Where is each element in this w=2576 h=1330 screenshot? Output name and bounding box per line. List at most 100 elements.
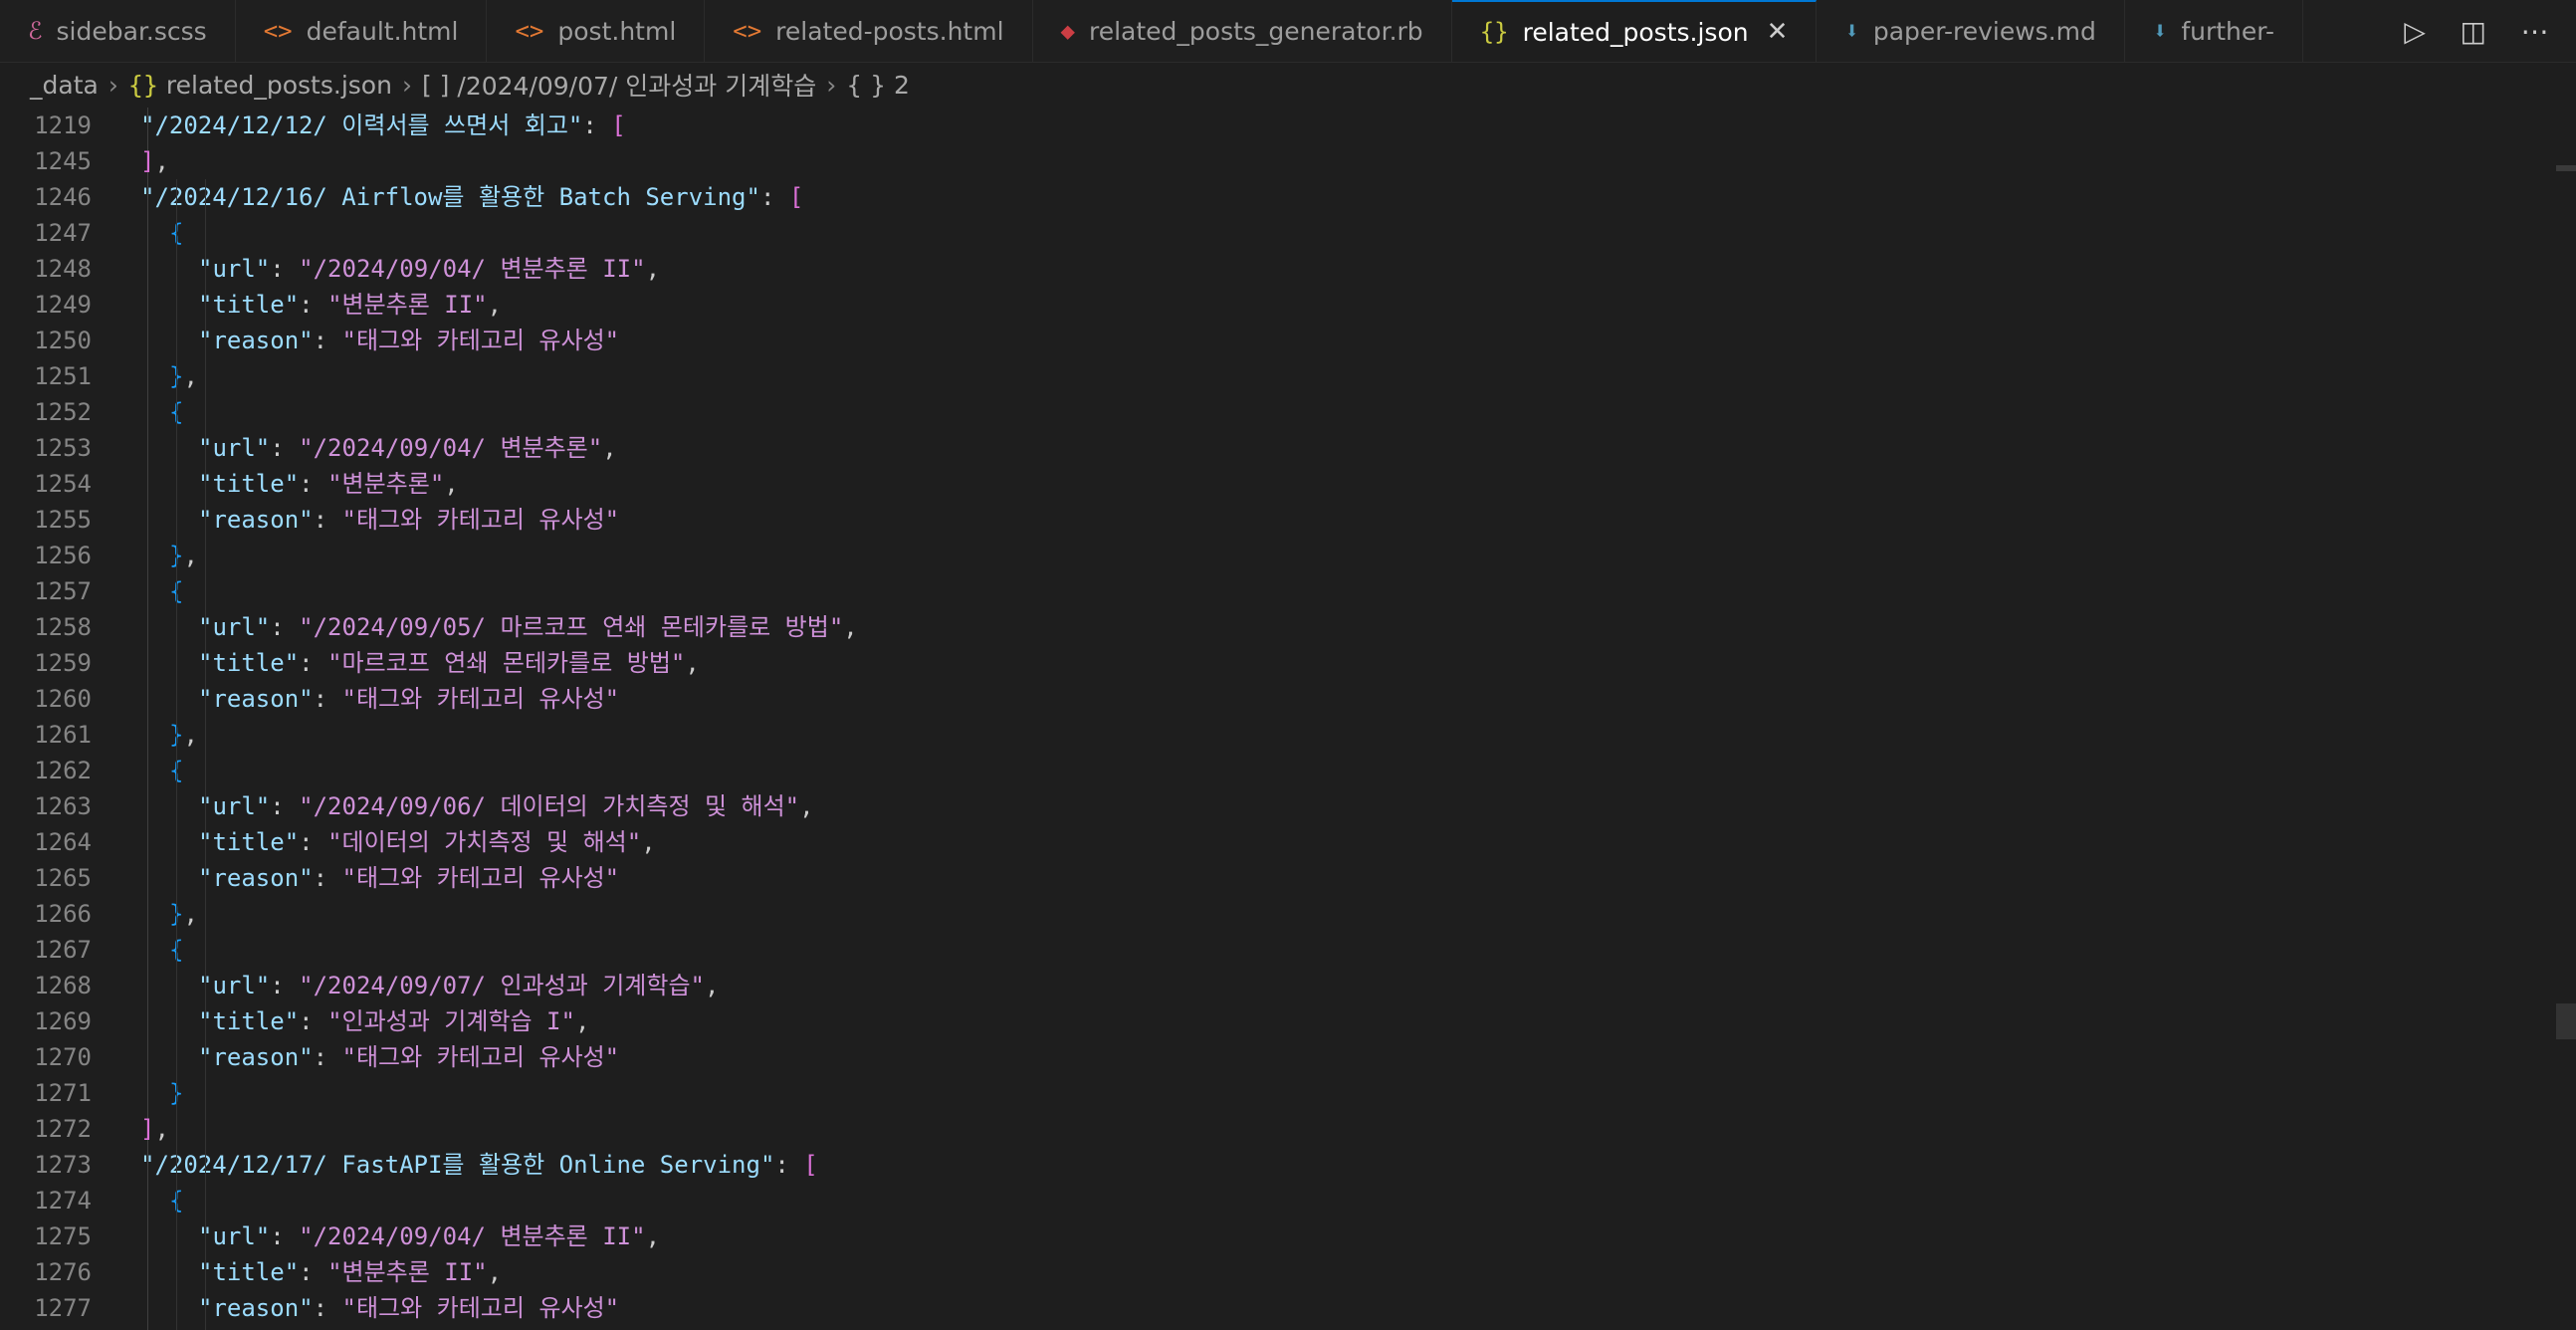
- more-actions-icon[interactable]: ⋯: [2521, 15, 2549, 48]
- tab-label: related_posts.json: [1522, 17, 1749, 47]
- code-line[interactable]: 1270 "reason": "태그와 카테고리 유사성": [0, 1039, 2576, 1075]
- tab-related-posts-generator-rb[interactable]: ◆ related_posts_generator.rb: [1033, 0, 1452, 62]
- code-line[interactable]: 1255 "reason": "태그와 카테고리 유사성": [0, 502, 2576, 538]
- json-string-value: "변분추론": [327, 470, 445, 498]
- code-line[interactable]: 1261},: [0, 717, 2576, 753]
- tab-label: paper-reviews.md: [1872, 16, 2096, 46]
- tab-default-html[interactable]: <> default.html: [236, 0, 488, 62]
- line-number: 1253: [34, 434, 92, 462]
- code-line[interactable]: 1257{: [0, 573, 2576, 609]
- code-line[interactable]: 1262{: [0, 753, 2576, 788]
- code-line[interactable]: 1273 "/2024/12/17/ FastAPI를 활용한 Online Se…: [0, 1147, 2576, 1183]
- breadcrumb-object[interactable]: 2: [894, 71, 910, 100]
- json-key: "url": [198, 972, 271, 999]
- tab-post-html[interactable]: <> post.html: [487, 0, 706, 62]
- code-line[interactable]: 1268 "url": "/2024/09/07/ 인과성과 기계학습",: [0, 968, 2576, 1003]
- code-line[interactable]: 1251},: [0, 358, 2576, 394]
- tab-related-posts-json[interactable]: {} related_posts.json ✕: [1451, 0, 1818, 62]
- code-line[interactable]: 1265 "reason": "태그와 카테고리 유사성": [0, 860, 2576, 896]
- code-content: "reason": "태그와 카테고리 유사성": [198, 502, 619, 538]
- code-content: },: [169, 538, 198, 573]
- code-content: "title": "변분추론",: [198, 466, 459, 502]
- json-key: "reason": [198, 506, 314, 534]
- line-number: 1270: [34, 1043, 92, 1071]
- punctuation: ,: [685, 649, 700, 677]
- punctuation: :: [313, 864, 342, 892]
- object-icon: { }: [846, 70, 887, 100]
- code-content: "url": "/2024/09/04/ 변분추론 II",: [198, 251, 660, 287]
- tab-further-[interactable]: ⬇ further-: [2125, 0, 2303, 62]
- code-editor[interactable]: 1219 "/2024/12/12/ 이력서를 쓰면서 회고": [1245], 1…: [0, 108, 2576, 1330]
- punctuation: ,: [843, 613, 858, 641]
- breadcrumb: _data › {} related_posts.json › [ ] /202…: [0, 62, 2576, 108]
- punctuation: ,: [641, 828, 656, 856]
- line-number: 1246: [34, 183, 92, 211]
- punctuation: ,: [183, 542, 198, 569]
- code-line[interactable]: 1256},: [0, 538, 2576, 573]
- code-line[interactable]: 1271}: [0, 1075, 2576, 1111]
- code-line[interactable]: 1269 "title": "인과성과 기계학습 I",: [0, 1003, 2576, 1039]
- json-string-value: "/2024/09/04/ 변분추론 II": [299, 1222, 646, 1250]
- code-line[interactable]: 1274{: [0, 1183, 2576, 1219]
- split-editor-icon[interactable]: ◫: [2461, 15, 2486, 48]
- bracket: [: [611, 111, 626, 139]
- code-line[interactable]: 1272],: [0, 1111, 2576, 1147]
- code-line[interactable]: 1248 "url": "/2024/09/04/ 변분추론 II",: [0, 251, 2576, 287]
- punctuation: ,: [645, 1222, 661, 1250]
- punctuation: :: [299, 1258, 328, 1286]
- line-number: 1268: [34, 972, 92, 999]
- code-line[interactable]: 1258 "url": "/2024/09/05/ 마르코프 연쇄 몬테카를로 방…: [0, 609, 2576, 645]
- code-content: "reason": "태그와 카테고리 유사성": [198, 1039, 619, 1075]
- html-icon: <>: [733, 17, 762, 45]
- line-number: 1249: [34, 291, 92, 319]
- close-icon[interactable]: ✕: [1767, 17, 1789, 47]
- code-line[interactable]: 1263 "url": "/2024/09/06/ 데이터의 가치측정 및 해석"…: [0, 788, 2576, 824]
- breadcrumb-file[interactable]: related_posts.json: [166, 71, 392, 100]
- code-line[interactable]: 1264 "title": "데이터의 가치측정 및 해석",: [0, 824, 2576, 860]
- line-number: 1269: [34, 1007, 92, 1035]
- run-icon[interactable]: ▷: [2404, 15, 2426, 48]
- code-line[interactable]: 1259 "title": "마르코프 연쇄 몬테카를로 방법",: [0, 645, 2576, 681]
- code-line[interactable]: 1266},: [0, 896, 2576, 932]
- code-line[interactable]: 1260 "reason": "태그와 카테고리 유사성": [0, 681, 2576, 717]
- line-number: 1271: [34, 1079, 92, 1107]
- code-line[interactable]: 1253 "url": "/2024/09/04/ 변분추론",: [0, 430, 2576, 466]
- code-line[interactable]: 1267{: [0, 932, 2576, 968]
- code-line[interactable]: 1277 "reason": "태그와 카테고리 유사성": [0, 1290, 2576, 1326]
- code-line[interactable]: 1275 "url": "/2024/09/04/ 변분추론 II",: [0, 1219, 2576, 1254]
- punctuation: :: [270, 613, 300, 641]
- tab-label: default.html: [306, 16, 459, 46]
- line-number: 1250: [34, 327, 92, 354]
- tab-label: related-posts.html: [775, 16, 1004, 46]
- code-line[interactable]: 1219 "/2024/12/12/ 이력서를 쓰면서 회고": [: [0, 108, 2576, 143]
- breadcrumb-array[interactable]: /2024/09/07/ 인과성과 기계학습: [457, 67, 816, 103]
- line-number: 1265: [34, 864, 92, 892]
- json-string-value: "변분추론 II": [327, 291, 488, 319]
- code-line[interactable]: 1276 "title": "변분추론 II",: [0, 1254, 2576, 1290]
- code-line[interactable]: 1245],: [0, 143, 2576, 179]
- tab-sidebar-scss[interactable]: ℰsidebar.scss: [0, 0, 236, 62]
- code-line[interactable]: 1250 "reason": "태그와 카테고리 유사성": [0, 323, 2576, 358]
- code-content: "url": "/2024/09/04/ 변분추론 II",: [198, 1219, 660, 1254]
- tab-paper-reviews-md[interactable]: ⬇ paper-reviews.md: [1817, 0, 2125, 62]
- ruby-icon: ◆: [1060, 17, 1075, 45]
- json-key: "url": [198, 255, 271, 283]
- code-line[interactable]: 1247{: [0, 215, 2576, 251]
- code-line[interactable]: 1249 "title": "변분추론 II",: [0, 287, 2576, 323]
- line-number: 1251: [34, 362, 92, 390]
- code-line[interactable]: 1246 "/2024/12/16/ Airflow를 활용한 Batch Ser…: [0, 179, 2576, 215]
- json-key: "title": [198, 1258, 300, 1286]
- code-content: "url": "/2024/09/04/ 변분추론",: [198, 430, 617, 466]
- line-number: 1263: [34, 792, 92, 820]
- tab-related-posts-html[interactable]: <> related-posts.html: [705, 0, 1033, 62]
- json-key: "title": [198, 828, 300, 856]
- breadcrumb-folder[interactable]: _data: [30, 71, 99, 100]
- json-key: "title": [198, 291, 300, 319]
- code-line[interactable]: 1254 "title": "변분추론",: [0, 466, 2576, 502]
- code-content: "title": "인과성과 기계학습 I",: [198, 1003, 589, 1039]
- chevron-right-icon: ›: [401, 70, 412, 100]
- code-line[interactable]: 1252{: [0, 394, 2576, 430]
- punctuation: :: [774, 1151, 804, 1179]
- json-icon: {}: [127, 70, 158, 100]
- punctuation: :: [313, 506, 342, 534]
